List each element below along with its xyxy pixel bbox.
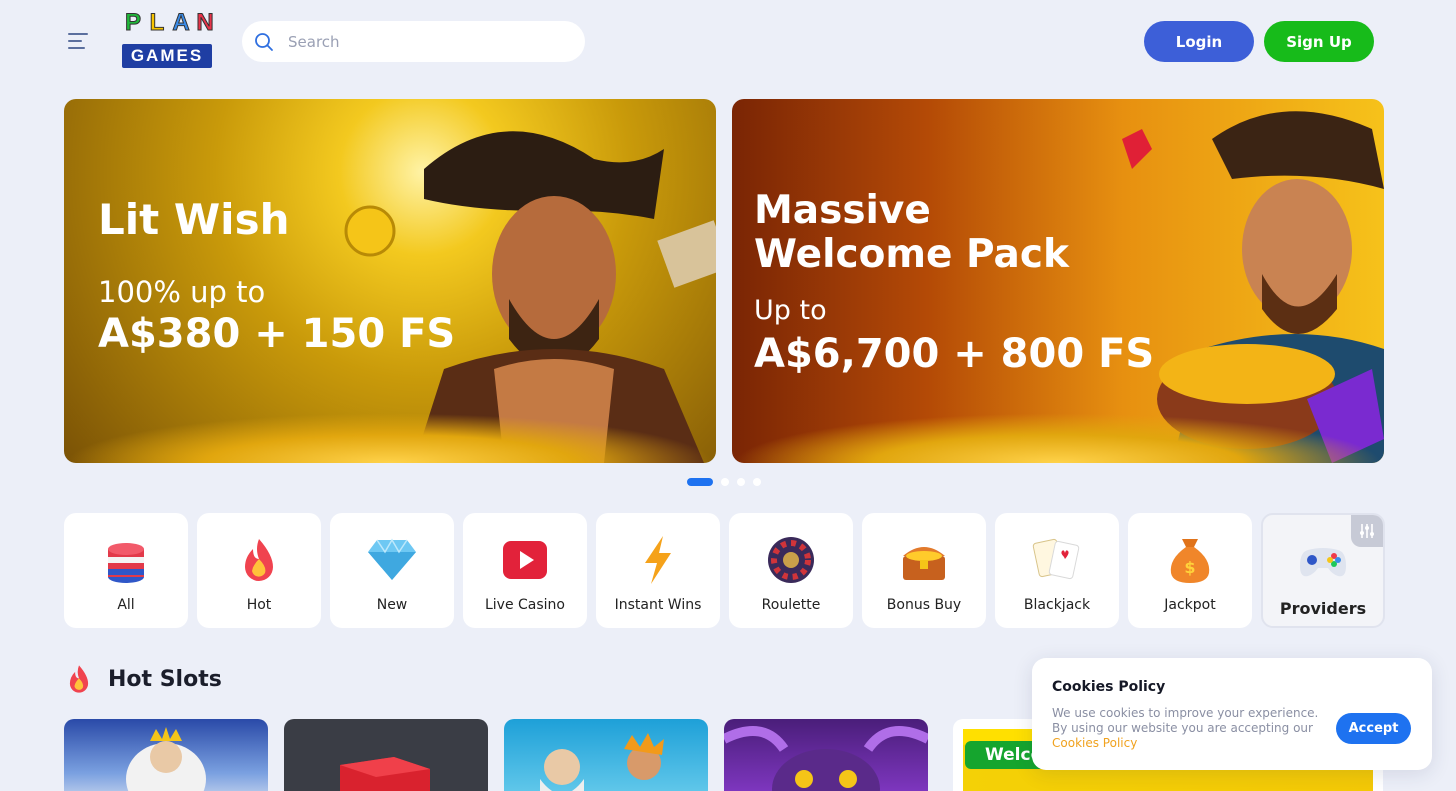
category-new[interactable]: New: [330, 513, 454, 628]
signup-button[interactable]: Sign Up: [1264, 21, 1374, 62]
promo-banner-lit-wish[interactable]: Lit Wish 100% up to A$380 + 150 FS: [64, 99, 716, 463]
category-jackpot[interactable]: $ Jackpot: [1128, 513, 1252, 628]
category-bonus-buy[interactable]: Bonus Buy: [862, 513, 986, 628]
category-live-casino[interactable]: Live Casino: [463, 513, 587, 628]
category-providers[interactable]: Providers: [1261, 513, 1385, 628]
carousel-dot[interactable]: [737, 478, 745, 486]
slot-game-tile[interactable]: [724, 719, 928, 791]
cookie-policy-link[interactable]: Cookies Policy: [1052, 736, 1322, 751]
category-label: New: [376, 597, 408, 613]
carousel-dots: [687, 478, 761, 486]
pirate-illustration: [344, 131, 716, 463]
logo-letter: L: [149, 9, 165, 37]
slot-game-tile[interactable]: [284, 719, 488, 791]
banner-subtitle: Up to: [754, 295, 827, 326]
category-roulette[interactable]: Roulette: [729, 513, 853, 628]
banner-amount: A$6,700 + 800 FS: [754, 331, 1155, 377]
category-label: Jackpot: [1164, 597, 1216, 613]
cookie-banner: Cookies Policy We use cookies to improve…: [1032, 658, 1432, 770]
carousel-dot[interactable]: [687, 478, 713, 486]
category-all[interactable]: All: [64, 513, 188, 628]
banner-title: Massive Welcome Pack: [754, 188, 1069, 277]
roulette-icon: [764, 533, 818, 587]
gold-coins: [64, 413, 716, 463]
search-input[interactable]: [288, 32, 558, 51]
svg-text:$: $: [1184, 558, 1195, 577]
category-label: Blackjack: [1023, 597, 1091, 613]
banner-title: Lit Wish: [98, 195, 290, 244]
treasure-chest-icon: [897, 533, 951, 587]
slot-game-tile[interactable]: [64, 719, 268, 791]
category-label: Instant Wins: [614, 597, 702, 613]
category-label: Bonus Buy: [886, 597, 962, 613]
carousel-dot[interactable]: [753, 478, 761, 486]
promo-banner-welcome-pack[interactable]: Massive Welcome Pack Up to A$6,700 + 800…: [732, 99, 1384, 463]
carousel-dot[interactable]: [721, 478, 729, 486]
chips-icon: [99, 533, 153, 587]
category-label: Live Casino: [484, 597, 565, 613]
logo-letter: A: [172, 9, 190, 37]
gamepad-icon: [1296, 535, 1350, 589]
cookie-text: We use cookies to improve your experienc…: [1052, 706, 1319, 735]
filter-sliders-icon[interactable]: [1351, 515, 1383, 547]
cookie-title: Cookies Policy: [1052, 679, 1166, 695]
logo-letter: N: [196, 9, 214, 37]
menu-icon[interactable]: [68, 33, 92, 51]
gold-coins: [732, 413, 1384, 463]
logo[interactable]: P L A N GAMES: [122, 8, 216, 78]
category-label: Providers: [1279, 599, 1367, 618]
hot-slots-heading: Hot Slots: [66, 664, 222, 694]
banner-amount: A$380 + 150 FS: [98, 311, 456, 357]
slot-game-tile[interactable]: [504, 719, 708, 791]
fire-icon: [69, 665, 89, 693]
pirate-illustration: [1122, 111, 1384, 463]
diamond-icon: [365, 533, 419, 587]
category-label: Roulette: [761, 597, 821, 613]
search-bar[interactable]: [242, 21, 585, 62]
money-bag-icon: $: [1163, 533, 1217, 587]
category-label: Hot: [246, 597, 272, 613]
category-hot[interactable]: Hot: [197, 513, 321, 628]
logo-letter: P: [124, 9, 141, 37]
cards-icon: [1030, 533, 1084, 587]
lightning-icon: [631, 533, 685, 587]
accept-cookies-button[interactable]: Accept: [1336, 713, 1411, 744]
category-bar: All Hot New Live Casino Instant Wins Rou…: [64, 513, 1385, 628]
category-label: All: [117, 597, 135, 613]
search-icon: [255, 32, 273, 51]
slots-row: [64, 719, 928, 791]
play-icon: [498, 533, 552, 587]
category-blackjack[interactable]: Blackjack: [995, 513, 1119, 628]
category-instant-wins[interactable]: Instant Wins: [596, 513, 720, 628]
cookie-text-wrap: We use cookies to improve your experienc…: [1052, 706, 1322, 751]
banner-subtitle: 100% up to: [98, 275, 266, 309]
section-title: Hot Slots: [108, 666, 222, 692]
logo-sub: GAMES: [122, 44, 212, 68]
login-button[interactable]: Login: [1144, 21, 1254, 62]
fire-icon: [232, 533, 286, 587]
